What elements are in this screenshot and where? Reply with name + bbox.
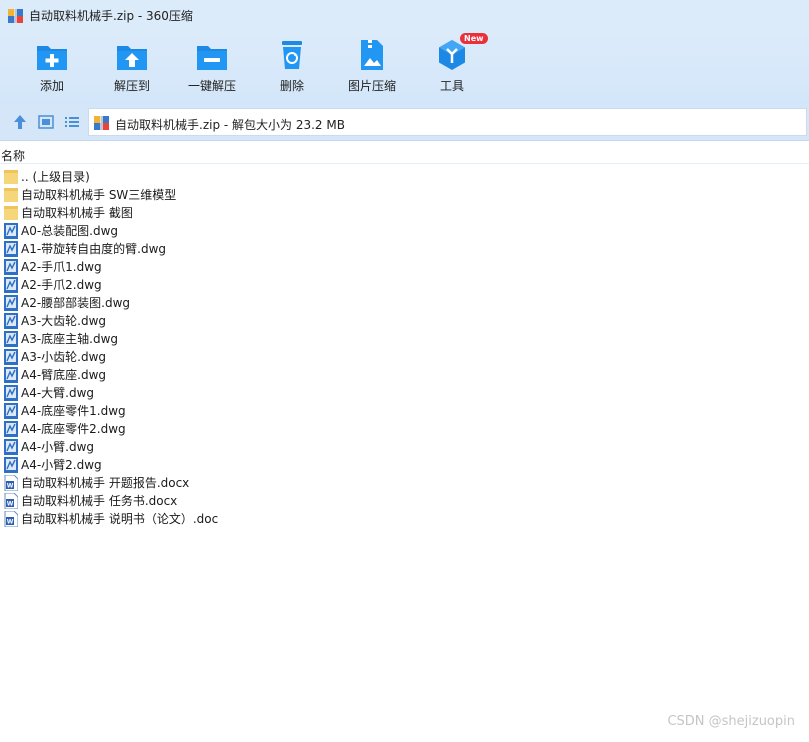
- svg-text:W: W: [7, 501, 14, 508]
- file-row[interactable]: A3-底座主轴.dwg: [0, 330, 809, 348]
- file-name: 自动取料机械手 任务书.docx: [21, 494, 178, 508]
- file-row[interactable]: A4-小臂.dwg: [0, 438, 809, 456]
- dwg-file-icon: [4, 313, 18, 329]
- file-row[interactable]: A3-大齿轮.dwg: [0, 312, 809, 330]
- title-bar: 自动取料机械手.zip - 360压缩: [0, 0, 809, 32]
- one-click-extract-label: 一键解压: [187, 79, 236, 93]
- dwg-file-icon: [4, 331, 18, 347]
- one-click-extract-icon: [197, 46, 227, 70]
- dwg-file-icon: [4, 385, 18, 401]
- archive-icon: [94, 116, 109, 130]
- image-compress-icon: [361, 40, 383, 70]
- add-icon: [37, 46, 67, 70]
- add-button[interactable]: 添加: [17, 32, 87, 102]
- file-row[interactable]: W 自动取料机械手 开题报告.docx: [0, 474, 809, 492]
- list-view-icon[interactable]: [62, 112, 82, 132]
- add-label: 添加: [39, 79, 64, 93]
- file-name: 自动取料机械手 说明书（论文）.doc: [21, 512, 219, 526]
- file-row[interactable]: A4-底座零件2.dwg: [0, 420, 809, 438]
- column-header-label: 名称: [1, 149, 26, 163]
- file-name: A4-臂底座.dwg: [21, 368, 107, 382]
- file-row[interactable]: A4-小臂2.dwg: [0, 456, 809, 474]
- dwg-file-icon: [4, 367, 18, 383]
- archive-icon: [8, 9, 23, 23]
- delete-icon: [282, 41, 302, 69]
- dwg-file-icon: [4, 403, 18, 419]
- delete-label: 删除: [279, 79, 304, 93]
- file-name: A4-小臂.dwg: [21, 440, 95, 454]
- file-row[interactable]: A2-手爪1.dwg: [0, 258, 809, 276]
- dwg-file-icon: [4, 223, 18, 239]
- dwg-file-icon: [4, 259, 18, 275]
- folder-icon: [4, 188, 18, 202]
- extract-to-button[interactable]: 解压到: [97, 32, 167, 102]
- delete-button[interactable]: 删除: [257, 32, 327, 102]
- dwg-file-icon: [4, 439, 18, 455]
- file-name: .. (上级目录): [21, 170, 90, 184]
- file-name: A3-小齿轮.dwg: [21, 350, 107, 364]
- file-name: A2-腰部部装图.dwg: [21, 296, 131, 310]
- file-name: 自动取料机械手 截图: [21, 206, 133, 220]
- file-row[interactable]: W 自动取料机械手 任务书.docx: [0, 492, 809, 510]
- file-name: 自动取料机械手 SW三维模型: [21, 188, 177, 202]
- folder-row[interactable]: 自动取料机械手 SW三维模型: [0, 186, 809, 204]
- file-row[interactable]: A1-带旋转自由度的臂.dwg: [0, 240, 809, 258]
- image-compress-button[interactable]: 图片压缩: [337, 32, 407, 102]
- one-click-extract-button[interactable]: 一键解压: [177, 32, 247, 102]
- window-title: 自动取料机械手.zip - 360压缩: [29, 9, 193, 23]
- file-name: A4-大臂.dwg: [21, 386, 95, 400]
- address-bar: 自动取料机械手.zip - 解包大小为 23.2 MB: [0, 104, 809, 141]
- watermark: CSDN @shejizuopin: [667, 714, 795, 729]
- tools-label: 工具: [439, 79, 464, 93]
- file-name: A3-底座主轴.dwg: [21, 332, 119, 346]
- dwg-file-icon: [4, 295, 18, 311]
- image-compress-label: 图片压缩: [347, 79, 396, 93]
- file-row[interactable]: A4-底座零件1.dwg: [0, 402, 809, 420]
- file-row[interactable]: A2-手爪2.dwg: [0, 276, 809, 294]
- address-field[interactable]: 自动取料机械手.zip - 解包大小为 23.2 MB: [88, 108, 807, 136]
- file-name: A1-带旋转自由度的臂.dwg: [21, 242, 167, 256]
- extract-to-label: 解压到: [113, 79, 150, 93]
- new-badge: New: [460, 33, 488, 44]
- file-name: A2-手爪2.dwg: [21, 278, 102, 292]
- extract-to-icon: [117, 46, 147, 70]
- file-name: A4-底座零件1.dwg: [21, 404, 126, 418]
- file-row[interactable]: W 自动取料机械手 说明书（论文）.doc: [0, 510, 809, 528]
- word-file-icon: W: [4, 511, 18, 527]
- dwg-file-icon: [4, 277, 18, 293]
- file-row[interactable]: A3-小齿轮.dwg: [0, 348, 809, 366]
- file-name: A3-大齿轮.dwg: [21, 314, 107, 328]
- folder-icon: [4, 206, 18, 220]
- folder-row[interactable]: .. (上级目录): [0, 168, 809, 186]
- file-name: A4-底座零件2.dwg: [21, 422, 126, 436]
- dwg-file-icon: [4, 457, 18, 473]
- file-row[interactable]: A2-腰部部装图.dwg: [0, 294, 809, 312]
- file-name: A2-手爪1.dwg: [21, 260, 102, 274]
- svg-text:W: W: [7, 519, 14, 526]
- dwg-file-icon: [4, 349, 18, 365]
- word-file-icon: W: [4, 493, 18, 509]
- file-row[interactable]: A0-总装配图.dwg: [0, 222, 809, 240]
- address-text: 自动取料机械手.zip - 解包大小为 23.2 MB: [115, 118, 345, 132]
- dwg-file-icon: [4, 241, 18, 257]
- file-name: A0-总装配图.dwg: [21, 224, 119, 238]
- word-file-icon: W: [4, 475, 18, 491]
- up-arrow-icon[interactable]: [10, 112, 30, 132]
- file-row[interactable]: A4-大臂.dwg: [0, 384, 809, 402]
- dwg-file-icon: [4, 421, 18, 437]
- thumbnail-view-icon[interactable]: [36, 112, 56, 132]
- column-header-name[interactable]: 名称: [0, 141, 809, 164]
- file-list: .. (上级目录) 自动取料机械手 SW三维模型 自动取料机械手 截图 A0-总装配图…: [0, 168, 809, 528]
- file-name: A4-小臂2.dwg: [21, 458, 102, 472]
- file-row[interactable]: A4-臂底座.dwg: [0, 366, 809, 384]
- tools-button[interactable]: New 工具: [417, 32, 488, 102]
- svg-text:W: W: [7, 483, 14, 490]
- folder-row[interactable]: 自动取料机械手 截图: [0, 204, 809, 222]
- folder-icon: [4, 170, 18, 184]
- toolbar: 添加 解压到 一键解压 删除 图片压缩 New 工具: [0, 32, 809, 104]
- file-name: 自动取料机械手 开题报告.docx: [21, 476, 190, 490]
